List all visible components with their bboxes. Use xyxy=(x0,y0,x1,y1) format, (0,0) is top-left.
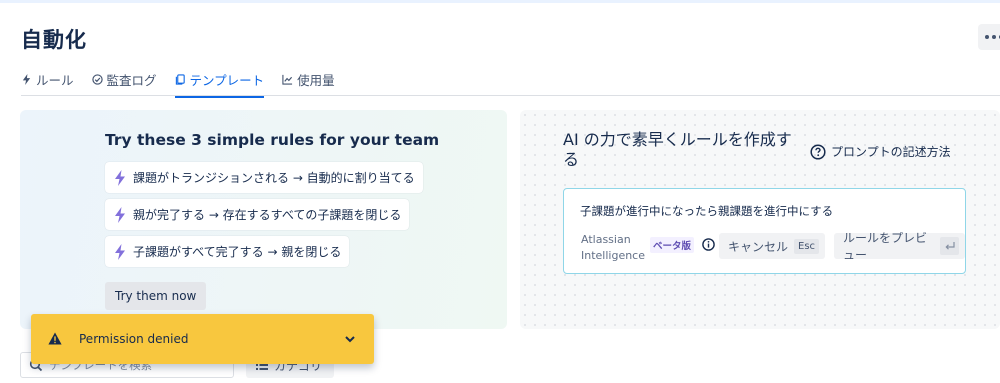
templates-card: Try these 3 simple rules for your team 課… xyxy=(20,110,507,329)
check-circle-icon xyxy=(91,73,103,85)
more-actions-button[interactable] xyxy=(978,24,1000,50)
esc-shortcut: Esc xyxy=(794,238,820,254)
tabs-divider xyxy=(21,95,1000,96)
rule-suggestion[interactable]: 子課題がすべて完了する → 親を閉じる xyxy=(105,236,350,267)
top-border xyxy=(0,0,1000,3)
ai-prompt-box[interactable]: 子課題が進行中になったら親課題を進行中にする Atlassian Intelli… xyxy=(563,188,966,274)
prompt-help-label: プロンプトの記述方法 xyxy=(831,145,951,159)
ai-rule-card: AI の力で素早くルールを作成する プロンプトの記述方法 子課題が進行中になった… xyxy=(520,110,1000,329)
templates-card-title: Try these 3 simple rules for your team xyxy=(105,131,440,149)
rule-suggestion-label: 課題がトランジションされる → 自動的に割り当てる xyxy=(133,171,415,185)
question-circle-icon xyxy=(810,143,826,160)
beta-badge: ベータ版 xyxy=(650,237,695,253)
rule-suggestion-label: 子課題がすべて完了する → 親を閉じる xyxy=(133,245,342,259)
enter-key-icon xyxy=(940,237,959,255)
ai-card-title: AI の力で素早くルールを作成する xyxy=(563,130,792,169)
cancel-button[interactable]: キャンセル Esc xyxy=(719,233,826,259)
tab-rules[interactable]: ルール xyxy=(21,70,74,96)
rule-suggestion[interactable]: 課題がトランジションされる → 自動的に割り当てる xyxy=(105,162,423,193)
prompt-help-link[interactable]: プロンプトの記述方法 xyxy=(810,143,951,160)
cancel-label: キャンセル xyxy=(728,239,789,254)
flag-message: Permission denied xyxy=(79,332,189,346)
rule-suggestion-label: 親が完了する → 存在するすべての子課題を閉じる xyxy=(133,208,402,222)
tab-templates[interactable]: テンプレート xyxy=(174,70,265,98)
tab-audit-log[interactable]: 監査ログ xyxy=(91,70,157,96)
preview-label: ルールをプレビュー xyxy=(843,231,928,262)
bolt-icon xyxy=(115,243,125,260)
bolt-icon xyxy=(115,206,125,223)
bolt-icon xyxy=(115,169,125,186)
more-dot-icon xyxy=(985,35,989,39)
rule-suggestion[interactable]: 親が完了する → 存在するすべての子課題を閉じる xyxy=(105,199,410,230)
bolt-icon xyxy=(22,73,31,85)
tab-bar: ルール 監査ログ テンプレート 使用量 xyxy=(21,70,353,98)
more-dot-icon xyxy=(992,35,996,39)
preview-rule-button[interactable]: ルールをプレビュー xyxy=(834,231,965,262)
info-icon[interactable] xyxy=(702,238,715,251)
ai-prompt-input[interactable]: 子課題が進行中になったら親課題を進行中にする xyxy=(580,203,833,219)
chart-icon xyxy=(282,74,293,85)
copy-icon xyxy=(175,73,185,85)
warning-icon xyxy=(48,332,62,345)
tab-usage[interactable]: 使用量 xyxy=(282,70,335,96)
tab-label: テンプレート xyxy=(189,72,265,88)
permission-denied-flag: Permission denied xyxy=(31,314,374,364)
page-title: 自動化 xyxy=(21,28,87,52)
tab-label: ルール xyxy=(36,72,74,88)
try-them-now-button[interactable]: Try them now xyxy=(105,282,207,310)
tab-label: 使用量 xyxy=(297,72,335,88)
chevron-down-icon[interactable] xyxy=(343,332,357,346)
atlassian-intelligence-label: Atlassian Intelligence xyxy=(581,233,646,262)
tab-label: 監査ログ xyxy=(106,72,157,88)
